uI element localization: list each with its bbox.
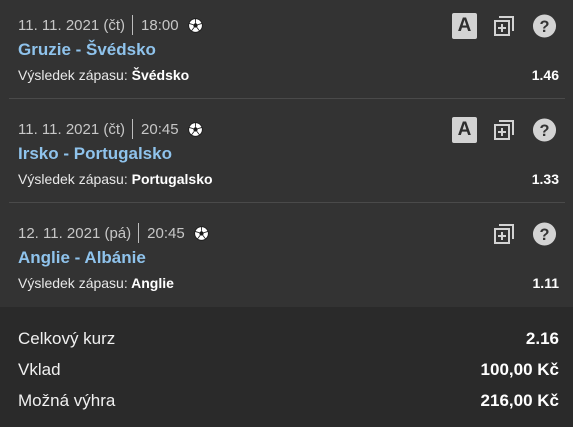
- datetime-separator: [132, 119, 134, 139]
- help-icon[interactable]: ?: [532, 221, 557, 247]
- total-odds-label: Celkový kurz: [18, 329, 116, 348]
- add-copy-icon[interactable]: [491, 221, 516, 247]
- total-odds-value: 2.16: [525, 329, 559, 348]
- soccer-ball-icon: [187, 17, 203, 33]
- divider: [9, 202, 565, 203]
- divider: [9, 98, 565, 99]
- svg-text:?: ?: [540, 226, 550, 244]
- add-copy-icon[interactable]: [491, 13, 516, 39]
- possible-win-value: 216,00 Kč: [480, 391, 559, 410]
- bet-market: Výsledek zápasu: Švédsko: [18, 67, 189, 83]
- market-label: Výsledek zápasu:: [18, 67, 128, 83]
- possible-win-row: Možná výhra 216,00 Kč: [18, 390, 559, 412]
- bet-ticket: 11. 11. 2021 (čt) 18:00 A ? Gruzie - Švé…: [0, 0, 573, 427]
- ticket-summary: Celkový kurz 2.16 Vklad 100,00 Kč Možná …: [0, 307, 573, 427]
- bet-datetime: 11. 11. 2021 (čt) 20:45: [18, 119, 203, 139]
- soccer-ball-icon: [187, 121, 203, 137]
- total-odds-row: Celkový kurz 2.16: [18, 328, 559, 350]
- match-link[interactable]: Irsko - Portugalsko: [18, 144, 172, 164]
- bet-odds: 1.46: [531, 67, 559, 83]
- bet-market: Výsledek zápasu: Anglie: [18, 275, 174, 291]
- datetime-separator: [132, 15, 134, 35]
- svg-text:?: ?: [540, 18, 550, 36]
- bet-date: 12. 11. 2021 (pá): [18, 224, 132, 242]
- add-copy-icon[interactable]: [491, 117, 516, 143]
- soccer-ball-icon: [193, 225, 209, 241]
- bet-datetime: 12. 11. 2021 (pá) 20:45: [18, 223, 209, 243]
- bet-selection: Anglie: [131, 275, 174, 291]
- bet-datetime: 11. 11. 2021 (čt) 18:00: [18, 15, 203, 35]
- stake-row: Vklad 100,00 Kč: [18, 359, 559, 381]
- letter-a-icon[interactable]: A: [452, 13, 477, 39]
- bet-time: 18:00: [141, 16, 179, 34]
- datetime-separator: [138, 223, 140, 243]
- match-link[interactable]: Anglie - Albánie: [18, 248, 146, 268]
- bet-selection: Portugalsko: [131, 171, 213, 187]
- bet-odds: 1.11: [532, 275, 559, 291]
- help-icon[interactable]: ?: [532, 117, 557, 143]
- match-link[interactable]: Gruzie - Švédsko: [18, 40, 156, 60]
- possible-win-label: Možná výhra: [18, 391, 116, 410]
- bet-time: 20:45: [141, 120, 179, 138]
- stake-label: Vklad: [18, 360, 61, 379]
- svg-text:?: ?: [540, 122, 550, 140]
- stake-value[interactable]: 100,00 Kč: [481, 360, 559, 380]
- bet-item: 11. 11. 2021 (čt) 20:45 A ? Irsko - Port…: [0, 104, 573, 208]
- bet-item: 11. 11. 2021 (čt) 18:00 A ? Gruzie - Švé…: [0, 0, 573, 104]
- bet-date: 11. 11. 2021 (čt): [18, 120, 126, 138]
- market-label: Výsledek zápasu:: [18, 275, 128, 291]
- bet-selection: Švédsko: [131, 67, 190, 83]
- bet-market: Výsledek zápasu: Portugalsko: [18, 171, 213, 187]
- letter-a-icon[interactable]: A: [452, 117, 477, 143]
- bet-item: 12. 11. 2021 (pá) 20:45 ? Anglie - Albán…: [0, 208, 573, 312]
- bet-date: 11. 11. 2021 (čt): [18, 16, 126, 34]
- help-icon[interactable]: ?: [532, 13, 557, 39]
- bet-time: 20:45: [147, 224, 185, 242]
- bet-odds: 1.33: [531, 171, 559, 187]
- market-label: Výsledek zápasu:: [18, 171, 128, 187]
